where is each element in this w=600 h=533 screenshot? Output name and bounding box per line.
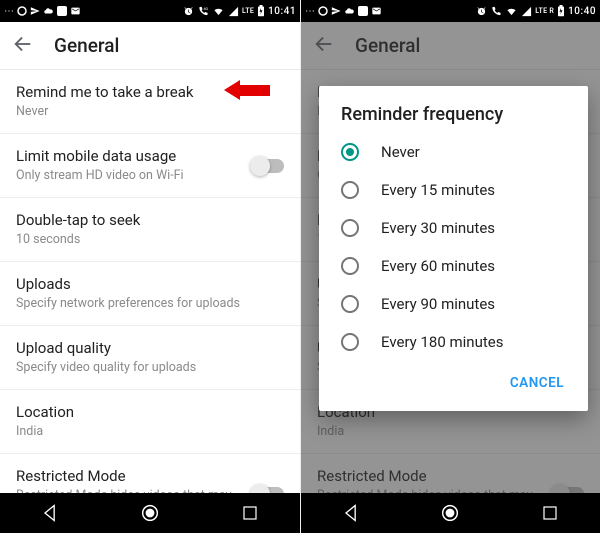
- phone-right: ⋯ LTE R 10:40 General: [300, 0, 600, 533]
- setting-title: Limit mobile data usage: [16, 147, 250, 166]
- setting-title: Location: [16, 403, 284, 422]
- status-left-icons: ⋯: [305, 6, 382, 17]
- signal-icon: [228, 6, 239, 17]
- option-label: Every 15 minutes: [381, 181, 495, 199]
- alarm-icon: [476, 6, 487, 17]
- wifi-icon: [212, 6, 225, 17]
- setting-subtitle: 10 seconds: [16, 232, 284, 248]
- radio-icon: [341, 181, 359, 199]
- network-label: LTE R: [535, 7, 554, 15]
- page-title: General: [54, 34, 119, 57]
- nav-bar: [0, 493, 300, 533]
- back-icon[interactable]: [12, 33, 34, 59]
- status-bar: ⋯ 4G LTE 10:41: [0, 0, 300, 22]
- settings-list: Remind me to take a break Never Limit mo…: [0, 70, 300, 533]
- alarm-icon: [183, 6, 194, 17]
- status-time: 10:40: [568, 6, 596, 17]
- status-time: 10:41: [268, 6, 296, 17]
- mail-icon: [371, 6, 382, 16]
- network-label: LTE: [242, 7, 254, 15]
- nav-home-icon[interactable]: [130, 493, 170, 533]
- cancel-button[interactable]: CANCEL: [500, 367, 574, 399]
- status-bar: ⋯ LTE R 10:40: [301, 0, 600, 22]
- setting-title: Restricted Mode: [16, 467, 250, 486]
- more-icon: ⋯: [305, 6, 315, 17]
- setting-title: Upload quality: [16, 339, 284, 358]
- setting-double-tap[interactable]: Double-tap to seek 10 seconds: [0, 198, 300, 262]
- option-90[interactable]: Every 90 minutes: [319, 285, 588, 323]
- svg-text:4G: 4G: [203, 7, 208, 11]
- status-right-icons: 4G LTE 10:41: [183, 5, 296, 17]
- option-never[interactable]: Never: [319, 133, 588, 171]
- nav-back-icon[interactable]: [30, 493, 70, 533]
- nav-back-icon[interactable]: [331, 493, 371, 533]
- nav-bar: [301, 493, 600, 533]
- radio-icon: [341, 257, 359, 275]
- setting-subtitle: Never: [16, 104, 284, 120]
- setting-subtitle: Specify video quality for uploads: [16, 360, 284, 376]
- cloud-icon: [43, 6, 54, 16]
- setting-subtitle: Specify network preferences for uploads: [16, 296, 284, 312]
- more-icon: ⋯: [4, 6, 14, 17]
- setting-subtitle: Only stream HD video on Wi-Fi: [16, 168, 250, 184]
- radio-icon: [341, 143, 359, 161]
- battery-charging-icon: [257, 5, 265, 17]
- toggle-switch[interactable]: [250, 156, 284, 176]
- send-icon: [331, 6, 341, 16]
- annotation-arrow-icon: [224, 80, 270, 100]
- phone-left: ⋯ 4G LTE 10:41 General: [0, 0, 300, 533]
- radio-icon: [341, 295, 359, 313]
- cloud-icon: [344, 6, 355, 16]
- option-180[interactable]: Every 180 minutes: [319, 323, 588, 361]
- volte-icon: [490, 6, 502, 17]
- radio-icon: [341, 333, 359, 351]
- mail-icon: [70, 6, 81, 16]
- nav-recent-icon[interactable]: [530, 493, 570, 533]
- nav-home-icon[interactable]: [430, 493, 470, 533]
- setting-location[interactable]: Location India: [0, 390, 300, 454]
- status-left-icons: ⋯: [4, 6, 81, 17]
- status-right-icons: LTE R 10:40: [476, 5, 596, 17]
- dialog-actions: CANCEL: [319, 361, 588, 403]
- option-label: Never: [381, 143, 420, 161]
- setting-upload-quality[interactable]: Upload quality Specify video quality for…: [0, 326, 300, 390]
- setting-limit-data[interactable]: Limit mobile data usage Only stream HD v…: [0, 134, 300, 198]
- option-label: Every 90 minutes: [381, 295, 495, 313]
- radio-icon: [341, 219, 359, 237]
- reminder-frequency-dialog: Reminder frequency Never Every 15 minute…: [319, 86, 588, 411]
- app-icon: [57, 6, 67, 16]
- wifi-icon: [505, 6, 518, 17]
- setting-title: Double-tap to seek: [16, 211, 284, 230]
- option-60[interactable]: Every 60 minutes: [319, 247, 588, 285]
- app-bar: General: [0, 22, 300, 70]
- option-30[interactable]: Every 30 minutes: [319, 209, 588, 247]
- setting-subtitle: India: [16, 424, 284, 440]
- setting-uploads[interactable]: Uploads Specify network preferences for …: [0, 262, 300, 326]
- option-15[interactable]: Every 15 minutes: [319, 171, 588, 209]
- circle-icon: [318, 6, 328, 16]
- option-label: Every 60 minutes: [381, 257, 495, 275]
- option-label: Every 30 minutes: [381, 219, 495, 237]
- volte-icon: 4G: [197, 6, 209, 17]
- battery-charging-icon: [557, 5, 565, 17]
- setting-title: Uploads: [16, 275, 284, 294]
- signal-icon: [521, 6, 532, 17]
- option-label: Every 180 minutes: [381, 333, 503, 351]
- send-icon: [30, 6, 40, 16]
- app-icon: [358, 6, 368, 16]
- dialog-title: Reminder frequency: [319, 104, 588, 133]
- nav-recent-icon[interactable]: [230, 493, 270, 533]
- circle-icon: [17, 6, 27, 16]
